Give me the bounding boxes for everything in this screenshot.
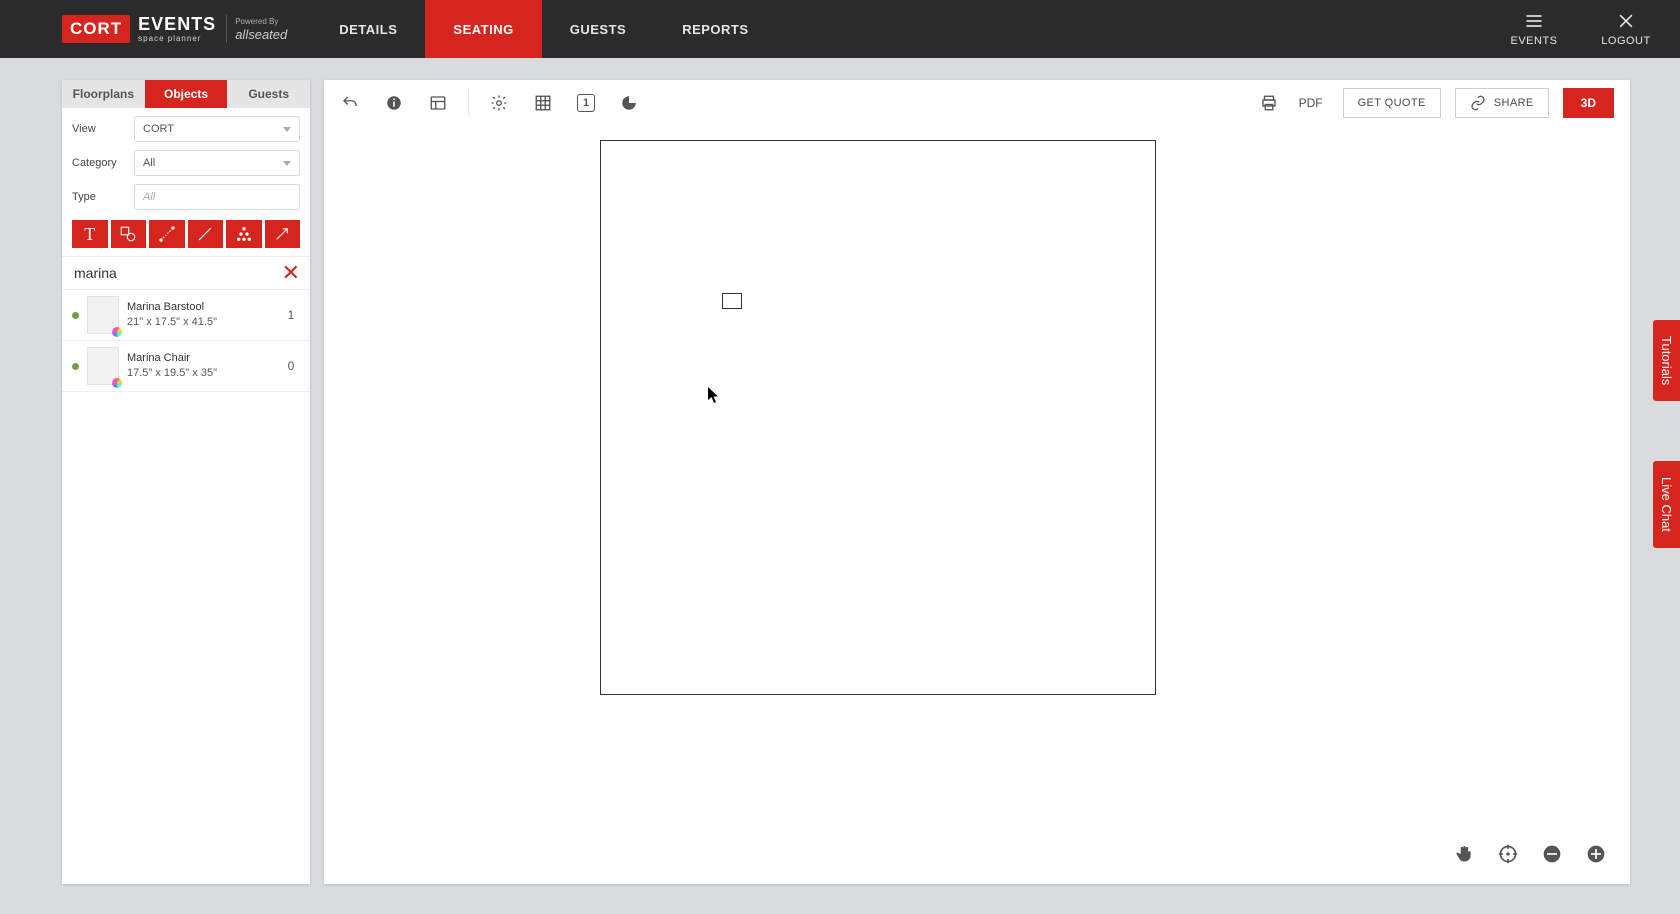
result-item[interactable]: Marina Barstool 21" x 17.5" x 41.5" 1 xyxy=(62,290,310,341)
item-text: Marina Barstool 21" x 17.5" x 41.5" xyxy=(127,300,274,330)
topbar: CORT EVENTS space planner Powered By all… xyxy=(0,0,1680,58)
clear-search-button[interactable]: ✕ xyxy=(282,262,300,284)
numbering-button[interactable]: 1 xyxy=(577,94,595,112)
brand-cort: CORT xyxy=(62,15,130,43)
search-row: ✕ xyxy=(62,256,310,290)
brand-events: EVENTS space planner xyxy=(138,15,227,43)
sidebar: Floorplans Objects Guests View CORT Cate… xyxy=(62,80,310,884)
nav-seating[interactable]: SEATING xyxy=(425,0,541,58)
result-item[interactable]: Marina Chair 17.5" x 19.5" x 35" 0 xyxy=(62,341,310,392)
logout-button[interactable]: LOGOUT xyxy=(1596,0,1656,58)
print-button[interactable] xyxy=(1259,93,1279,113)
brand-logo: CORT EVENTS space planner Powered By all… xyxy=(62,0,287,58)
item-count: 1 xyxy=(282,308,300,322)
nav-reports[interactable]: REPORTS xyxy=(654,0,776,58)
pie-button[interactable] xyxy=(619,93,639,113)
item-thumbnail xyxy=(87,347,119,385)
events-menu-button[interactable]: EVENTS xyxy=(1504,0,1564,58)
drawing-tools: T xyxy=(62,214,310,256)
filters: View CORT Category All Type All xyxy=(62,108,310,214)
type-input[interactable]: All xyxy=(134,184,300,210)
floorplan-boundary[interactable] xyxy=(600,140,1156,695)
share-button[interactable]: SHARE xyxy=(1455,88,1549,118)
availability-dot-icon xyxy=(72,363,79,370)
topbar-right: EVENTS LOGOUT xyxy=(1504,0,1656,58)
view-select[interactable]: CORT xyxy=(134,116,300,142)
category-select[interactable]: All xyxy=(134,150,300,176)
tab-guests[interactable]: Guests xyxy=(227,80,310,108)
pan-button[interactable] xyxy=(1452,842,1476,866)
hamburger-icon xyxy=(1524,11,1544,31)
toolbar-separator xyxy=(468,90,469,116)
category-label: Category xyxy=(72,157,126,169)
undo-button[interactable] xyxy=(340,93,360,113)
grid-button[interactable] xyxy=(533,93,553,113)
link-icon xyxy=(1470,95,1486,111)
3d-button[interactable]: 3D xyxy=(1563,88,1614,118)
pdf-button[interactable]: PDF xyxy=(1293,96,1329,110)
type-label: Type xyxy=(72,191,126,203)
center-button[interactable] xyxy=(1496,842,1520,866)
layout-button[interactable] xyxy=(428,93,448,113)
item-count: 0 xyxy=(282,359,300,373)
view-label: View xyxy=(72,123,126,135)
live-chat-tab[interactable]: Live Chat xyxy=(1653,461,1680,548)
nav-details[interactable]: DETAILS xyxy=(311,0,425,58)
workspace: Floorplans Objects Guests View CORT Cate… xyxy=(0,58,1680,914)
main-nav: DETAILS SEATING GUESTS REPORTS xyxy=(311,0,776,58)
caret-down-icon xyxy=(283,127,291,132)
caret-down-icon xyxy=(283,161,291,166)
nav-guests[interactable]: GUESTS xyxy=(542,0,654,58)
pattern-tool[interactable] xyxy=(226,220,262,248)
settings-button[interactable] xyxy=(489,93,509,113)
availability-dot-icon xyxy=(72,312,79,319)
brand-powered-by: Powered By allseated xyxy=(235,18,287,41)
shape-tool[interactable] xyxy=(111,220,147,248)
search-input[interactable] xyxy=(72,261,282,285)
search-results: Marina Barstool 21" x 17.5" x 41.5" 1 Ma… xyxy=(62,290,310,884)
text-tool[interactable]: T xyxy=(72,220,108,248)
sidebar-tabs: Floorplans Objects Guests xyxy=(62,80,310,108)
item-text: Marina Chair 17.5" x 19.5" x 35" xyxy=(127,351,274,381)
placed-barstool[interactable] xyxy=(722,293,742,309)
item-thumbnail xyxy=(87,296,119,334)
canvas[interactable] xyxy=(324,126,1630,884)
info-button[interactable] xyxy=(384,93,404,113)
get-quote-button[interactable]: GET QUOTE xyxy=(1343,88,1441,118)
tab-floorplans[interactable]: Floorplans xyxy=(62,80,145,108)
tutorials-tab[interactable]: Tutorials xyxy=(1653,320,1680,401)
zoom-controls xyxy=(1452,842,1608,866)
side-tabs: Tutorials Live Chat xyxy=(1653,320,1680,548)
arrow-tool[interactable] xyxy=(265,220,301,248)
close-icon xyxy=(1616,11,1636,31)
zoom-in-button[interactable] xyxy=(1584,842,1608,866)
line-tool[interactable] xyxy=(188,220,224,248)
tab-objects[interactable]: Objects xyxy=(145,80,228,108)
zoom-out-button[interactable] xyxy=(1540,842,1564,866)
measure-tool[interactable] xyxy=(149,220,185,248)
canvas-toolbar: 1 PDF GET QUOTE SHARE 3D xyxy=(324,80,1630,126)
canvas-panel: 1 PDF GET QUOTE SHARE 3D xyxy=(324,80,1630,884)
